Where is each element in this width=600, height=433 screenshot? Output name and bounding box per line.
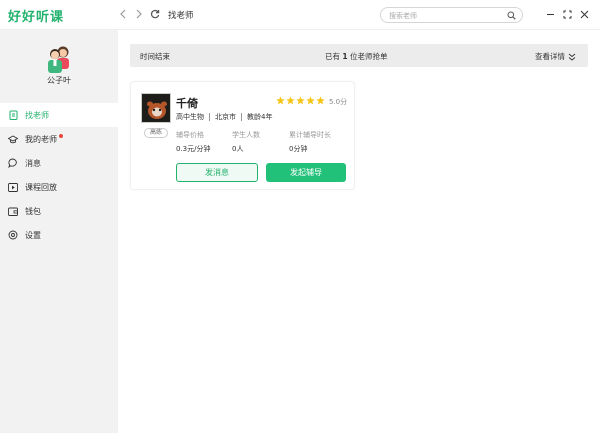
mortarboard-icon <box>8 134 18 144</box>
teacher-info: 高中生物 北京市 教龄4年 <box>176 112 272 122</box>
sidebar-item-wallet[interactable]: 钱包 <box>0 199 118 223</box>
double-chevron-down-icon <box>568 53 576 61</box>
search-input[interactable] <box>389 10 499 21</box>
divider <box>209 113 210 121</box>
star-icon <box>276 96 285 105</box>
divider <box>241 113 242 121</box>
view-details-link[interactable]: 查看详情 <box>535 51 576 62</box>
students-value: 0人 <box>232 145 244 153</box>
minimize-button[interactable] <box>544 8 556 20</box>
sidebar-item-replay[interactable]: 课程回放 <box>0 175 118 199</box>
star-icon <box>286 96 295 105</box>
duration-label: 累计辅导时长 <box>289 131 331 139</box>
bid-count-text: 已有 1 位老师抢单 <box>325 52 388 61</box>
start-tutoring-button[interactable]: 发起辅导 <box>266 163 346 182</box>
minimize-icon <box>546 13 554 15</box>
rating-stars <box>276 96 325 105</box>
search-box[interactable] <box>380 7 523 23</box>
sidebar-item-label: 设置 <box>25 230 41 240</box>
chevron-left-icon <box>120 9 126 19</box>
send-message-button[interactable]: 发消息 <box>176 163 258 182</box>
teacher-tag: 高练 <box>144 128 168 138</box>
sidebar-item-my-teachers[interactable]: 我的老师 <box>0 127 118 151</box>
fullscreen-icon <box>563 10 571 18</box>
sidebar-item-find-teacher[interactable]: 找老师 <box>0 103 118 127</box>
close-button[interactable] <box>578 8 590 20</box>
students-label: 学生人数 <box>232 131 260 139</box>
teacher-subject: 高中生物 <box>176 113 204 121</box>
close-icon <box>580 10 588 18</box>
status-bar: 时间结束 已有 1 位老师抢单 查看详情 <box>130 44 588 67</box>
sidebar-item-label: 课程回放 <box>25 182 57 192</box>
time-ended-text: 时间结束 <box>140 52 170 61</box>
sidebar: 公子叶 找老师 我的老师 消息 课程回放 钱包 设置 <box>0 30 118 433</box>
sidebar-item-label: 找老师 <box>25 110 49 120</box>
star-icon <box>316 96 325 105</box>
sidebar-item-messages[interactable]: 消息 <box>0 151 118 175</box>
settings-icon <box>8 230 18 240</box>
user-name: 公子叶 <box>47 76 71 85</box>
duration-value: 0分钟 <box>289 145 308 153</box>
sidebar-item-label: 钱包 <box>25 206 41 216</box>
star-icon <box>296 96 305 105</box>
wallet-icon <box>8 206 18 216</box>
teacher-card[interactable]: 高练 千倚 5.0分 高中生物 北京市 教龄4年 辅导价格 学生人数 累计辅导时… <box>130 81 355 190</box>
sidebar-item-label: 我的老师 <box>25 134 57 144</box>
refresh-button[interactable] <box>148 7 162 21</box>
chat-bubble-icon <box>8 158 18 168</box>
fullscreen-button[interactable] <box>561 8 573 20</box>
back-button[interactable] <box>116 7 130 21</box>
page-title: 找老师 <box>168 11 194 21</box>
clipboard-icon <box>8 110 18 120</box>
price-label: 辅导价格 <box>176 131 204 139</box>
teacher-experience: 教龄4年 <box>247 113 273 121</box>
sidebar-item-label: 消息 <box>25 158 41 168</box>
price-value: 0.3元/分钟 <box>176 145 211 153</box>
teacher-photo <box>141 93 171 123</box>
play-icon <box>8 182 18 192</box>
refresh-icon <box>150 9 160 19</box>
sidebar-item-settings[interactable]: 设置 <box>0 223 118 247</box>
teacher-name: 千倚 <box>176 97 198 110</box>
forward-button[interactable] <box>132 7 146 21</box>
app-logo: 好好听课 <box>8 10 65 25</box>
star-icon <box>306 96 315 105</box>
rating-score: 5.0分 <box>329 98 348 106</box>
chevron-right-icon <box>136 9 142 19</box>
search-icon[interactable] <box>507 11 516 22</box>
avatar[interactable] <box>45 43 73 75</box>
title-bar: 好好听课 找老师 <box>0 0 600 30</box>
unread-badge <box>59 134 63 138</box>
teacher-city: 北京市 <box>215 113 236 121</box>
